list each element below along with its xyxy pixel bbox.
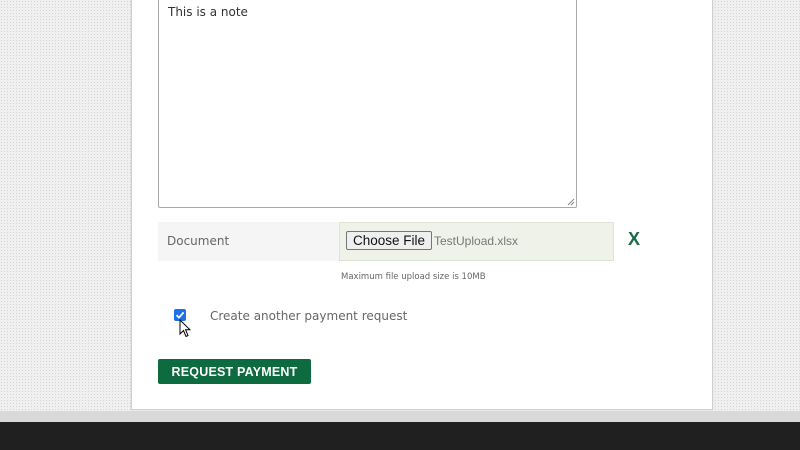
document-row: Document Choose File TestUpload.xlsx xyxy=(158,222,614,261)
remove-file-icon[interactable]: X xyxy=(628,229,640,250)
choose-file-button[interactable]: Choose File xyxy=(346,231,433,250)
document-label: Document xyxy=(167,234,230,248)
bottom-divider xyxy=(0,411,800,422)
upload-size-hint: Maximum file upload size is 10MB xyxy=(341,272,486,282)
selected-file-name: TestUpload.xlsx xyxy=(434,234,519,248)
notes-text: This is a note xyxy=(168,5,248,19)
create-another-label[interactable]: Create another payment request xyxy=(210,309,407,323)
bottom-bar xyxy=(0,422,800,450)
notes-textarea[interactable]: This is a note xyxy=(158,0,577,208)
request-payment-button[interactable]: REQUEST PAYMENT xyxy=(158,359,311,384)
file-input-area[interactable]: Choose File TestUpload.xlsx xyxy=(339,222,614,261)
mouse-cursor-icon xyxy=(179,319,191,338)
resize-handle-icon[interactable] xyxy=(567,198,575,206)
